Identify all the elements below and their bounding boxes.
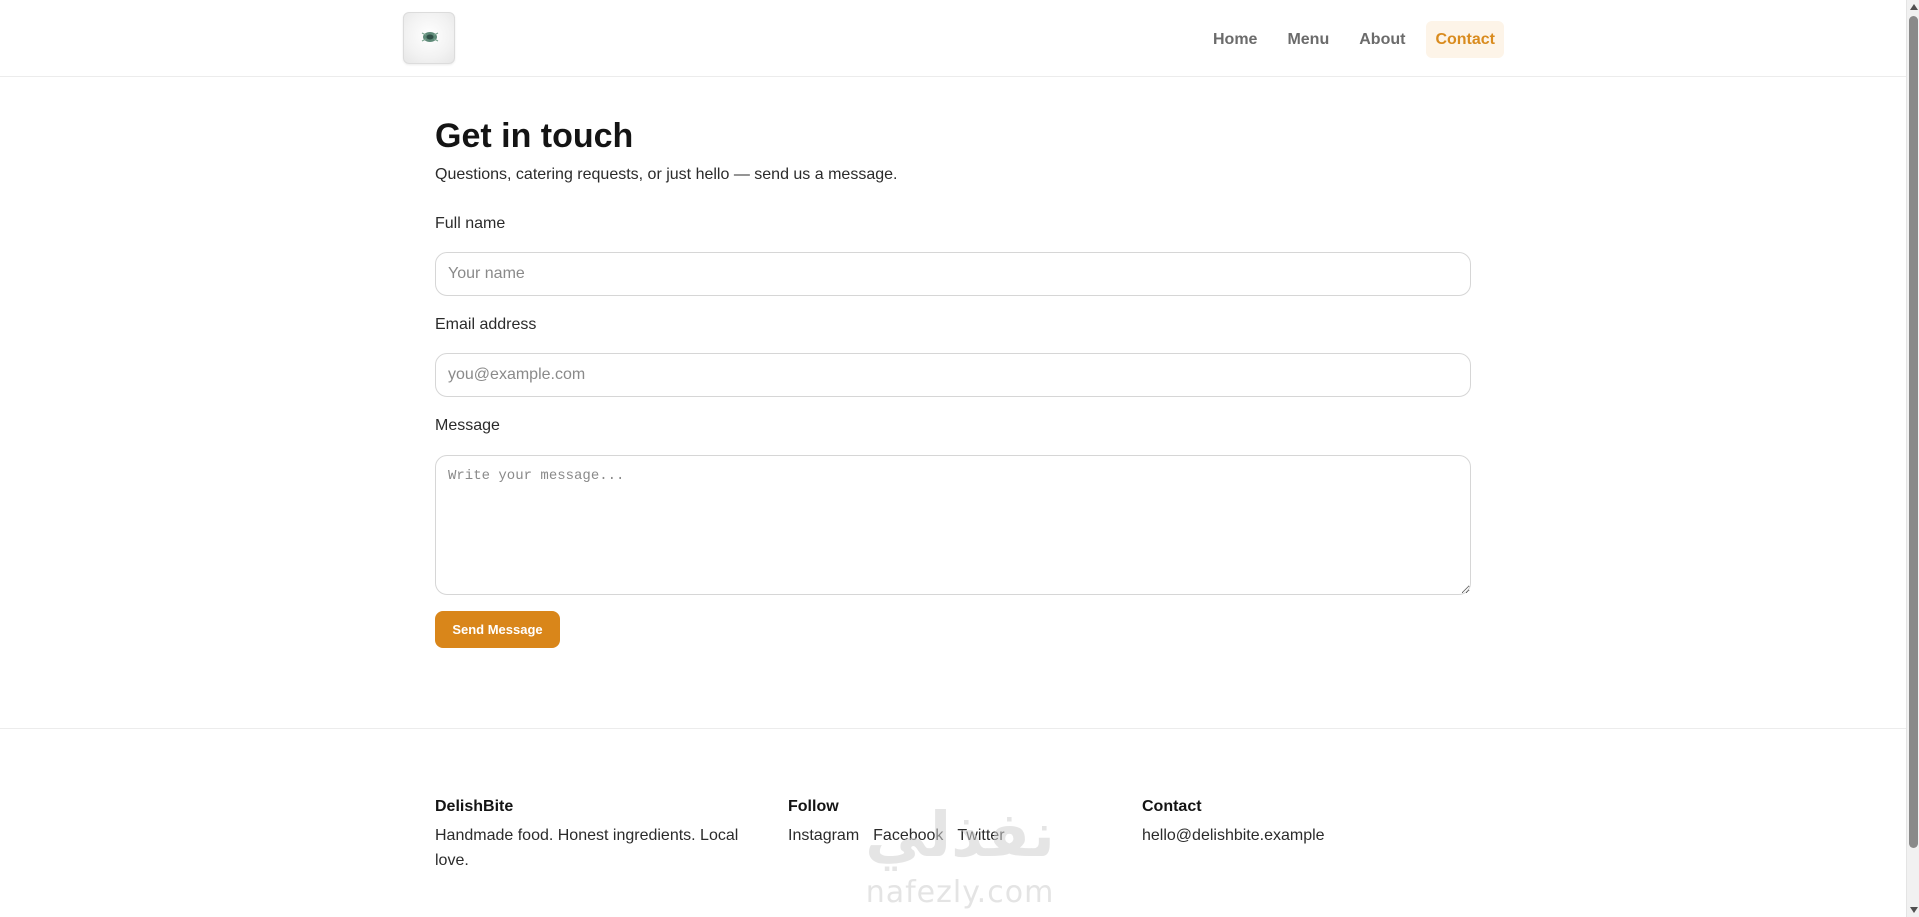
instagram-link[interactable]: Instagram <box>788 823 859 848</box>
main-nav: Home Menu About Contact <box>1204 21 1504 58</box>
nav-about[interactable]: About <box>1350 21 1414 58</box>
footer-brand: DelishBite Handmade food. Honest ingredi… <box>435 797 745 873</box>
page-title: Get in touch <box>435 117 634 155</box>
footer-brand-text: Handmade food. Honest ingredients. Local… <box>435 827 739 869</box>
email-input[interactable] <box>435 353 1471 397</box>
page-subtitle: Questions, catering requests, or just he… <box>435 166 898 183</box>
nav-home[interactable]: Home <box>1204 21 1266 58</box>
scroll-thumb[interactable] <box>1909 16 1918 848</box>
site-header: Home Menu About Contact <box>0 0 1906 77</box>
scroll-down-arrow-icon[interactable] <box>1910 907 1918 913</box>
scroll-up-arrow-icon[interactable] <box>1910 4 1918 10</box>
send-message-button[interactable]: Send Message <box>435 611 560 648</box>
twitter-link[interactable]: Twitter <box>957 823 1004 848</box>
message-label: Message <box>435 417 500 434</box>
full-name-input[interactable] <box>435 252 1471 296</box>
nav-menu[interactable]: Menu <box>1278 21 1338 58</box>
footer-contact-email[interactable]: hello@delishbite.example <box>1142 823 1452 848</box>
footer-brand-heading: DelishBite <box>435 798 514 815</box>
full-name-label: Full name <box>435 215 506 232</box>
logo[interactable] <box>403 12 455 64</box>
footer-follow: Follow Instagram Facebook Twitter <box>788 797 1098 848</box>
facebook-link[interactable]: Facebook <box>873 823 943 848</box>
footer-follow-heading: Follow <box>788 798 839 815</box>
email-label: Email address <box>435 316 537 333</box>
nav-contact[interactable]: Contact <box>1426 21 1504 58</box>
contact-section: Get in touch Questions, catering request… <box>435 114 1471 648</box>
message-textarea[interactable] <box>435 455 1471 595</box>
page-scrollbar[interactable] <box>1906 0 1919 917</box>
footer-contact-heading: Contact <box>1142 798 1202 815</box>
site-footer: DelishBite Handmade food. Honest ingredi… <box>0 728 1906 917</box>
logo-icon <box>421 32 439 42</box>
footer-contact: Contact hello@delishbite.example <box>1142 797 1452 848</box>
